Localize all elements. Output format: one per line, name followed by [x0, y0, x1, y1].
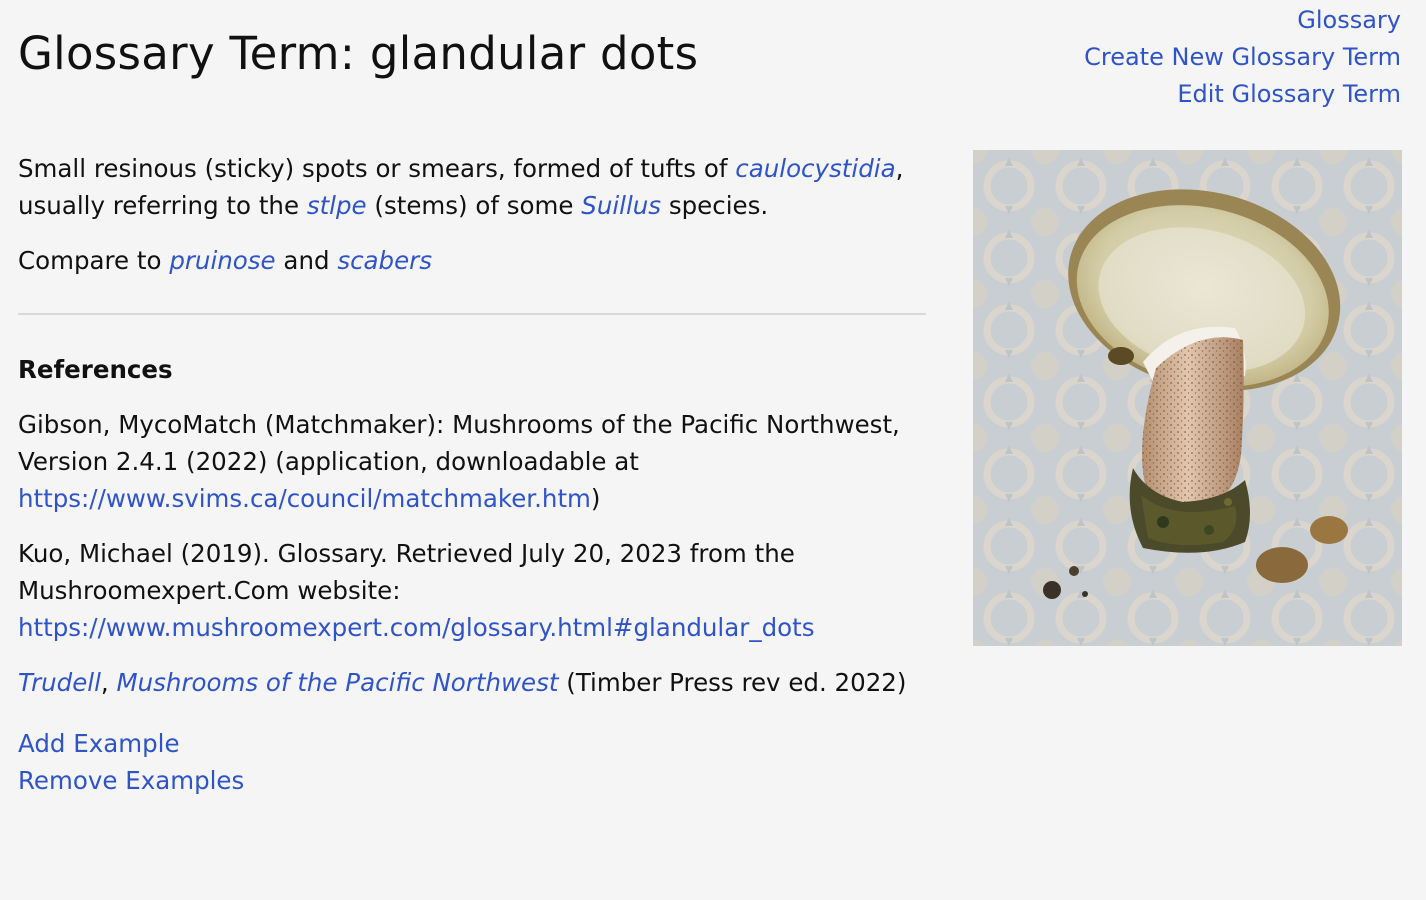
top-nav: Glossary Create New Glossary Term Edit G… — [1084, 2, 1401, 113]
compare-text: Compare to — [18, 246, 170, 275]
compare-line: Compare to pruinose and scabers — [18, 242, 926, 279]
scabers-link[interactable]: scabers — [337, 246, 432, 275]
book-title-link[interactable]: Mushrooms of the Pacific Northwest — [116, 668, 558, 697]
mushroom-photo[interactable] — [973, 150, 1402, 646]
references-heading: References — [18, 355, 173, 384]
example-actions: Add Example Remove Examples — [18, 725, 926, 799]
stipe-link[interactable]: stlpe — [307, 191, 367, 220]
remove-examples-link[interactable]: Remove Examples — [18, 762, 926, 799]
matchmaker-url-link[interactable]: https://www.svims.ca/council/matchmaker.… — [18, 484, 591, 513]
compare-text: and — [275, 246, 338, 275]
definition-text: species. — [661, 191, 769, 220]
mushroomexpert-url-link[interactable]: https://www.mushroomexpert.com/glossary.… — [18, 613, 814, 642]
page-title: Glossary Term: glandular dots — [18, 27, 699, 80]
reference-item: Gibson, MycoMatch (Matchmaker): Mushroom… — [18, 406, 926, 517]
reference-text: Kuo, Michael (2019). Glossary. Retrieved… — [18, 539, 795, 605]
suillus-link[interactable]: Suillus — [581, 191, 661, 220]
reference-item: Trudell, Mushrooms of the Pacific Northw… — [18, 664, 926, 701]
reference-item: Kuo, Michael (2019). Glossary. Retrieved… — [18, 535, 926, 646]
reference-text: , — [100, 668, 117, 697]
definition-text: Small resinous (sticky) spots or smears,… — [18, 154, 736, 183]
pruinose-link[interactable]: pruinose — [169, 246, 275, 275]
section-divider — [18, 313, 926, 315]
reference-text: Gibson, MycoMatch (Matchmaker): Mushroom… — [18, 410, 900, 476]
mushroom-image — [973, 150, 1402, 646]
trudell-link[interactable]: Trudell — [18, 668, 101, 697]
add-example-link[interactable]: Add Example — [18, 725, 926, 762]
term-content: Small resinous (sticky) spots or smears,… — [18, 150, 926, 799]
reference-text: (Timber Press rev ed. 2022) — [558, 668, 907, 697]
definition-text: (stems) of some — [366, 191, 582, 220]
edit-glossary-term-link[interactable]: Edit Glossary Term — [1084, 76, 1401, 113]
reference-text: ) — [590, 484, 601, 513]
caulocystidia-link[interactable]: caulocystidia — [735, 154, 895, 183]
create-glossary-term-link[interactable]: Create New Glossary Term — [1084, 39, 1401, 76]
term-definition: Small resinous (sticky) spots or smears,… — [18, 150, 926, 224]
glossary-link[interactable]: Glossary — [1084, 2, 1401, 39]
